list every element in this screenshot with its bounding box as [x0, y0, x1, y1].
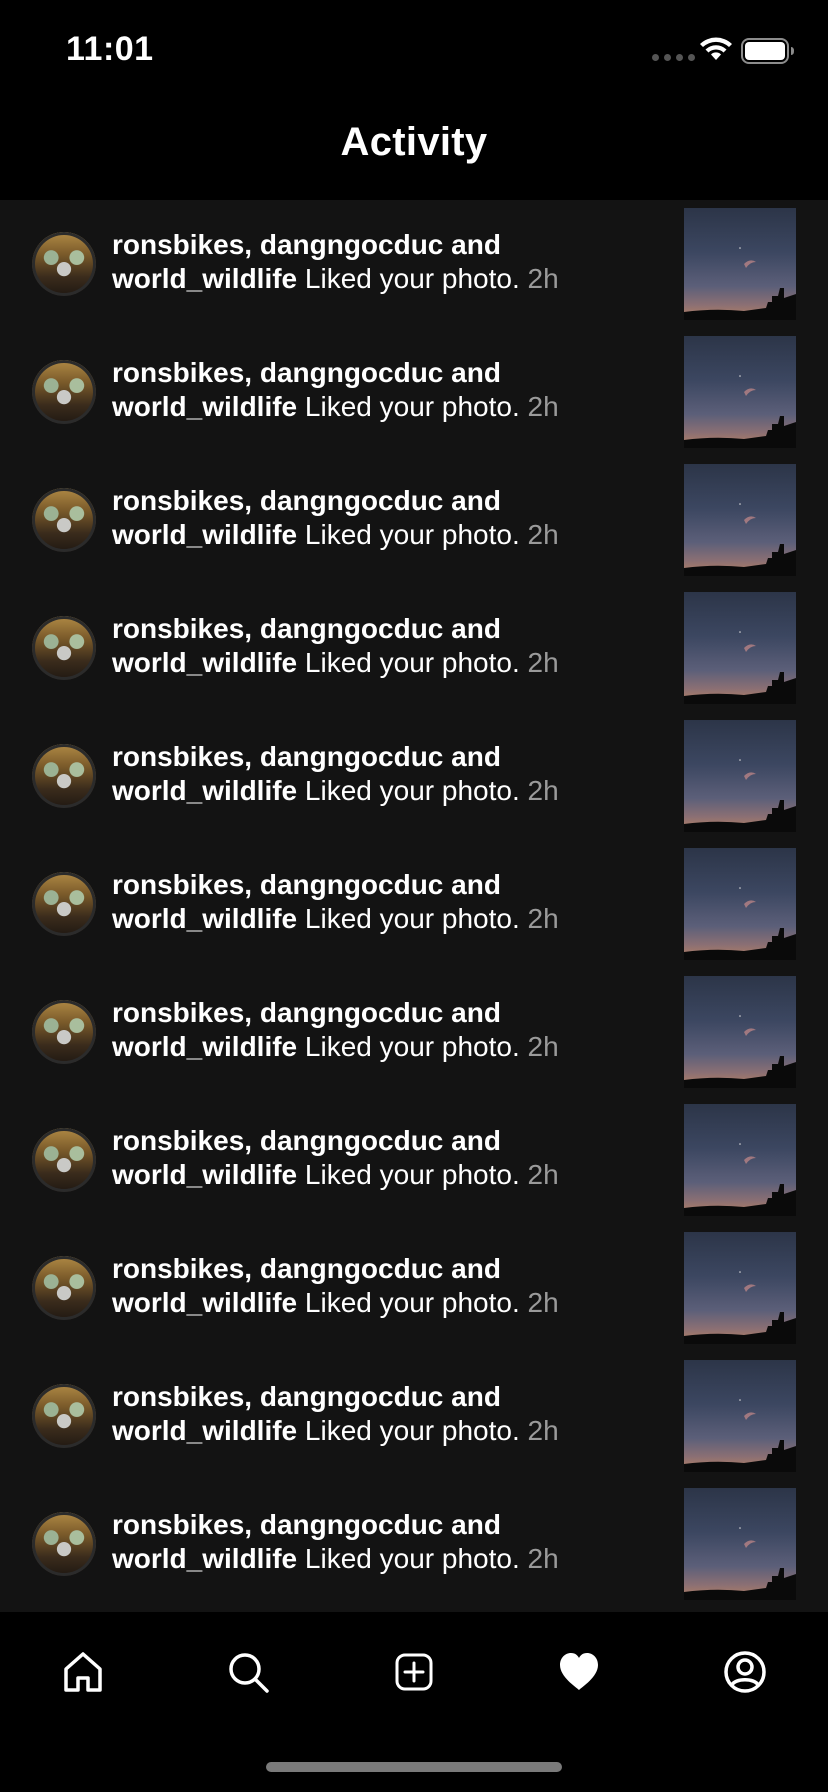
post-thumbnail[interactable]: [684, 336, 796, 448]
post-thumbnail-image: [684, 631, 796, 704]
action-text: Liked your photo.: [304, 647, 520, 678]
notification-text: ronsbikes, dangngocduc and world_wildlif…: [112, 1124, 672, 1192]
notification-text: ronsbikes, dangngocduc and world_wildlif…: [112, 1508, 672, 1576]
notification-text: ronsbikes, dangngocduc and world_wildlif…: [112, 228, 672, 296]
timestamp: 2h: [527, 903, 559, 934]
notification-text: ronsbikes, dangngocduc and world_wildlif…: [112, 740, 672, 808]
timestamp: 2h: [527, 391, 559, 422]
profile-icon: [724, 1651, 766, 1693]
notification-text: ronsbikes, dangngocduc and world_wildlif…: [112, 1380, 672, 1448]
wifi-icon: [700, 37, 732, 60]
heart-icon: [560, 1653, 598, 1690]
tab-bar: [0, 1612, 828, 1792]
post-thumbnail[interactable]: [684, 464, 796, 576]
action-text: Liked your photo.: [304, 1287, 520, 1318]
avatar[interactable]: [32, 872, 96, 936]
avatar[interactable]: [32, 488, 96, 552]
avatar[interactable]: [32, 1512, 96, 1576]
avatar[interactable]: [32, 1384, 96, 1448]
status-bar: 11:01: [0, 0, 828, 100]
notification-text: ronsbikes, dangngocduc and world_wildlif…: [112, 612, 672, 680]
timestamp: 2h: [527, 263, 559, 294]
tab-add-post[interactable]: [384, 1642, 444, 1702]
activity-row[interactable]: ronsbikes, dangngocduc and world_wildlif…: [0, 1352, 828, 1480]
notification-text: ronsbikes, dangngocduc and world_wildlif…: [112, 868, 672, 936]
activity-row[interactable]: ronsbikes, dangngocduc and world_wildlif…: [0, 1480, 828, 1608]
post-thumbnail[interactable]: [684, 208, 796, 320]
action-text: Liked your photo.: [304, 1159, 520, 1190]
action-text: Liked your photo.: [304, 263, 520, 294]
post-thumbnail-image: [684, 1143, 796, 1216]
action-text: Liked your photo.: [304, 391, 520, 422]
action-text: Liked your photo.: [304, 903, 520, 934]
tab-activity[interactable]: [549, 1642, 609, 1702]
status-time: 11:01: [66, 30, 154, 68]
activity-list[interactable]: ronsbikes, dangngocduc and world_wildlif…: [0, 200, 828, 1612]
post-thumbnail[interactable]: [684, 1360, 796, 1472]
timestamp: 2h: [527, 647, 559, 678]
timestamp: 2h: [527, 1159, 559, 1190]
post-thumbnail[interactable]: [684, 1488, 796, 1600]
activity-row[interactable]: ronsbikes, dangngocduc and world_wildlif…: [0, 328, 828, 456]
avatar[interactable]: [32, 1000, 96, 1064]
timestamp: 2h: [527, 1287, 559, 1318]
post-thumbnail-image: [684, 1271, 796, 1344]
timestamp: 2h: [527, 1031, 559, 1062]
signal-icon: [652, 54, 695, 61]
activity-row[interactable]: ronsbikes, dangngocduc and world_wildlif…: [0, 712, 828, 840]
post-thumbnail-image: [684, 247, 796, 320]
post-thumbnail-image: [684, 503, 796, 576]
activity-row[interactable]: ronsbikes, dangngocduc and world_wildlif…: [0, 584, 828, 712]
search-icon: [229, 1653, 269, 1693]
post-thumbnail-image: [684, 1015, 796, 1088]
action-text: Liked your photo.: [304, 775, 520, 806]
avatar[interactable]: [32, 1256, 96, 1320]
action-text: Liked your photo.: [304, 1543, 520, 1574]
tab-search[interactable]: [218, 1642, 278, 1702]
post-thumbnail-image: [684, 887, 796, 960]
notification-text: ronsbikes, dangngocduc and world_wildlif…: [112, 1252, 672, 1320]
post-thumbnail-image: [684, 375, 796, 448]
activity-row[interactable]: ronsbikes, dangngocduc and world_wildlif…: [0, 968, 828, 1096]
add-post-icon: [395, 1653, 433, 1691]
post-thumbnail-image: [684, 759, 796, 832]
avatar[interactable]: [32, 1128, 96, 1192]
action-text: Liked your photo.: [304, 1415, 520, 1446]
activity-row[interactable]: ronsbikes, dangngocduc and world_wildlif…: [0, 200, 828, 328]
timestamp: 2h: [527, 519, 559, 550]
timestamp: 2h: [527, 1415, 559, 1446]
notification-text: ronsbikes, dangngocduc and world_wildlif…: [112, 484, 672, 552]
tab-profile[interactable]: [715, 1642, 775, 1702]
nav-header: Activity: [0, 100, 828, 200]
page-title: Activity: [340, 120, 488, 164]
home-indicator: [266, 1762, 562, 1772]
post-thumbnail-image: [684, 1527, 796, 1600]
timestamp: 2h: [527, 775, 559, 806]
avatar[interactable]: [32, 360, 96, 424]
notification-text: ronsbikes, dangngocduc and world_wildlif…: [112, 996, 672, 1064]
action-text: Liked your photo.: [304, 1031, 520, 1062]
notification-text: ronsbikes, dangngocduc and world_wildlif…: [112, 356, 672, 424]
activity-row[interactable]: ronsbikes, dangngocduc and world_wildlif…: [0, 1224, 828, 1352]
post-thumbnail[interactable]: [684, 1232, 796, 1344]
action-text: Liked your photo.: [304, 519, 520, 550]
activity-row[interactable]: ronsbikes, dangngocduc and world_wildlif…: [0, 1096, 828, 1224]
activity-row[interactable]: ronsbikes, dangngocduc and world_wildlif…: [0, 840, 828, 968]
avatar[interactable]: [32, 616, 96, 680]
tab-home[interactable]: [53, 1642, 113, 1702]
post-thumbnail[interactable]: [684, 1104, 796, 1216]
timestamp: 2h: [527, 1543, 559, 1574]
post-thumbnail[interactable]: [684, 976, 796, 1088]
avatar[interactable]: [32, 232, 96, 296]
home-icon: [64, 1652, 102, 1692]
post-thumbnail-image: [684, 1399, 796, 1472]
post-thumbnail[interactable]: [684, 848, 796, 960]
post-thumbnail[interactable]: [684, 592, 796, 704]
activity-row[interactable]: ronsbikes, dangngocduc and world_wildlif…: [0, 456, 828, 584]
avatar[interactable]: [32, 744, 96, 808]
battery-icon: [741, 38, 794, 64]
post-thumbnail[interactable]: [684, 720, 796, 832]
